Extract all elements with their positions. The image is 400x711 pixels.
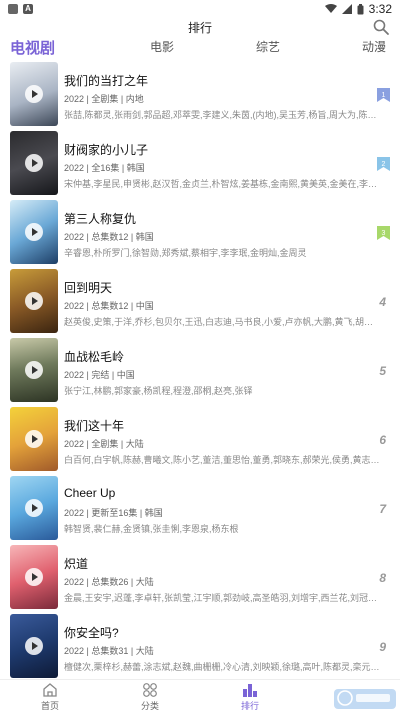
item-meta: 2022 | 全16集 | 韩国 xyxy=(64,163,145,173)
play-icon[interactable] xyxy=(25,499,43,517)
rank-number: 9 xyxy=(379,640,386,654)
nav-label: 首页 xyxy=(40,701,59,711)
svg-text:3: 3 xyxy=(382,230,386,237)
item-cast: 赵英俊,史策,于洋,乔杉,包贝尔,王迅,白志迪,马书良,小爱,卢亦帆,大鹏,黄飞… xyxy=(64,317,380,327)
item-meta: 2022 | 完结 | 中国 xyxy=(64,370,135,380)
ranking-icon xyxy=(243,684,257,697)
poster-image[interactable] xyxy=(10,338,58,402)
poster-image[interactable] xyxy=(10,62,58,126)
play-icon[interactable] xyxy=(25,292,43,310)
item-title: 我们这十年 xyxy=(64,419,125,433)
home-icon xyxy=(43,683,57,697)
nav-category[interactable]: 分类 xyxy=(120,682,180,711)
battery-icon xyxy=(357,3,364,14)
rank-number: 7 xyxy=(379,502,386,516)
list-item[interactable]: 你安全吗? 2022 | 总集数31 | 大陆 檀健次,栗梓杉,赫蕾,涂志斌,赵… xyxy=(0,614,400,683)
poster-image[interactable] xyxy=(10,545,58,609)
watermark-icon xyxy=(337,690,390,706)
list-item[interactable]: 我们这十年 2022 | 全剧集 | 大陆 白百何,白宇帆,陈赫,曹曦文,陈小艺… xyxy=(0,407,400,476)
a-notification-icon: A xyxy=(23,4,33,14)
play-icon[interactable] xyxy=(25,223,43,241)
poster-image[interactable] xyxy=(10,131,58,195)
svg-text:1: 1 xyxy=(382,92,386,99)
item-cast: 张喆,陈都灵,张雨剑,郭品超,邓萃雯,李建义,朱茵,(内地),吴玉芳,杨旨,周大… xyxy=(64,110,380,120)
header: 排行 xyxy=(0,18,400,38)
svg-text:2: 2 xyxy=(382,161,386,168)
rank-number: 5 xyxy=(379,364,386,378)
item-cast: 韩智贤,裴仁赫,金贤镇,张圭悧,李恩泉,杨东根 xyxy=(64,524,239,534)
tab-anime[interactable]: 动漫 xyxy=(362,38,386,55)
watermark-logo xyxy=(334,689,396,709)
item-title: 回到明天 xyxy=(64,281,113,295)
rank-number: 6 xyxy=(379,433,386,447)
item-title: Cheer Up xyxy=(64,486,116,500)
nav-ranking[interactable]: 排行 xyxy=(220,682,280,711)
item-title: 炽道 xyxy=(64,557,89,571)
wifi-icon xyxy=(324,4,337,13)
nav-label: 排行 xyxy=(240,701,259,711)
status-right: 3:32 xyxy=(324,2,392,16)
app-notification-icon xyxy=(8,4,18,14)
item-title: 你安全吗? xyxy=(64,626,119,640)
play-icon[interactable] xyxy=(25,154,43,172)
item-meta: 2022 | 更新至16集 | 韩国 xyxy=(64,508,163,518)
page-title: 排行 xyxy=(187,21,212,35)
play-icon[interactable] xyxy=(25,637,43,655)
tab-movies[interactable]: 电影 xyxy=(150,38,174,55)
rank-badge-1: 1 xyxy=(377,88,390,102)
tab-tv-series[interactable]: 电视剧 xyxy=(10,37,55,58)
item-cast: 白百何,白宇帆,陈赫,曹曦文,陈小艺,董洁,董思怡,董勇,郭晓东,郝荣光,侯勇,… xyxy=(64,455,380,465)
list-item[interactable]: 财阀家的小儿子 2022 | 全16集 | 韩国 宋仲基,李星民,申贤彬,赵汉哲… xyxy=(0,131,400,200)
list-item[interactable]: 我们的当打之年 2022 | 全剧集 | 内地 张喆,陈都灵,张雨剑,郭品超,邓… xyxy=(0,62,400,131)
tab-variety[interactable]: 综艺 xyxy=(256,38,280,55)
play-icon[interactable] xyxy=(25,361,43,379)
bottom-nav: 首页 分类 排行 xyxy=(0,679,400,711)
item-meta: 2022 | 总集数12 | 中国 xyxy=(64,301,154,311)
signal-icon xyxy=(341,4,352,14)
item-cast: 檀健次,栗梓杉,赫蕾,涂志斌,赵魏,曲栅栅,冷心清,刘映颖,徐璐,高叶,陈都灵,… xyxy=(64,662,380,672)
list-item[interactable]: Cheer Up 2022 | 更新至16集 | 韩国 韩智贤,裴仁赫,金贤镇,… xyxy=(0,476,400,545)
nav-label: 分类 xyxy=(140,701,159,711)
item-title: 我们的当打之年 xyxy=(64,74,149,88)
list-item[interactable]: 第三人称复仇 2022 | 总集数12 | 韩国 辛睿恩,朴所罗门,徐智勋,郑秀… xyxy=(0,200,400,269)
rank-badge-3: 3 xyxy=(377,226,390,240)
poster-image[interactable] xyxy=(10,476,58,540)
item-cast: 宋仲基,李星民,申贤彬,赵汉哲,金贞兰,朴智炫,姜基栋,金南熙,黄美英,金美在,… xyxy=(64,179,380,189)
poster-image[interactable] xyxy=(10,407,58,471)
list-item[interactable]: 回到明天 2022 | 总集数12 | 中国 赵英俊,史策,于洋,乔杉,包贝尔,… xyxy=(0,269,400,338)
item-meta: 2022 | 全剧集 | 大陆 xyxy=(64,439,144,449)
rank-number: 8 xyxy=(379,571,386,585)
category-tabs: 电视剧 电影 综艺 动漫 xyxy=(0,38,400,60)
item-meta: 2022 | 总集数26 | 大陆 xyxy=(64,577,154,587)
item-meta: 2022 | 全剧集 | 内地 xyxy=(64,94,144,104)
item-cast: 金晨,王安宇,迟蓬,李卓轩,张凯莹,江宇顺,郭劲岐,高圣皓羽,刘增宇,西兰花,刘… xyxy=(64,593,380,603)
play-icon[interactable] xyxy=(25,568,43,586)
category-icon xyxy=(143,683,157,697)
item-title: 财阀家的小儿子 xyxy=(64,143,149,157)
nav-home[interactable]: 首页 xyxy=(20,682,80,711)
item-cast: 辛睿恩,朴所罗门,徐智勋,郑秀斌,蔡相宇,李李珉,金明灿,金周灵 xyxy=(64,248,307,258)
item-cast: 张宁江,林鹏,郭家豪,杨凯程,程澄,邵桐,赵亮,张铎 xyxy=(64,386,253,396)
play-icon[interactable] xyxy=(25,85,43,103)
poster-image[interactable] xyxy=(10,269,58,333)
search-icon[interactable] xyxy=(372,18,390,36)
status-bar: A 3:32 xyxy=(0,0,400,18)
poster-image[interactable] xyxy=(10,614,58,678)
item-meta: 2022 | 总集数12 | 韩国 xyxy=(64,232,154,242)
item-meta: 2022 | 总集数31 | 大陆 xyxy=(64,646,154,656)
item-title: 血战松毛岭 xyxy=(64,350,125,364)
list-item[interactable]: 血战松毛岭 2022 | 完结 | 中国 张宁江,林鹏,郭家豪,杨凯程,程澄,邵… xyxy=(0,338,400,407)
rank-number: 4 xyxy=(379,295,386,309)
list-item[interactable]: 炽道 2022 | 总集数26 | 大陆 金晨,王安宇,迟蓬,李卓轩,张凯莹,江… xyxy=(0,545,400,614)
play-icon[interactable] xyxy=(25,430,43,448)
poster-image[interactable] xyxy=(10,200,58,264)
rank-badge-2: 2 xyxy=(377,157,390,171)
item-title: 第三人称复仇 xyxy=(64,212,137,226)
clock: 3:32 xyxy=(368,2,392,16)
